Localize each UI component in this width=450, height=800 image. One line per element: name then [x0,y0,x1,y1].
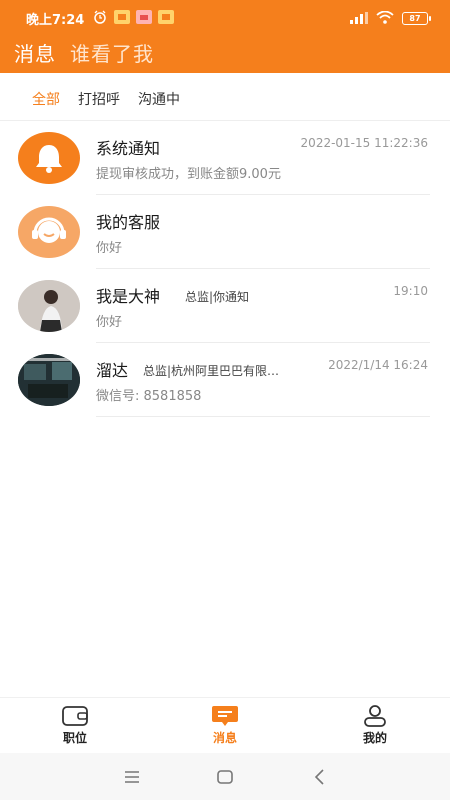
app-notification-icon [114,10,130,24]
message-icon [212,706,238,726]
tab-messages[interactable]: 消息 [14,38,56,67]
bottom-nav: 职位 消息 我的 [0,697,450,753]
message-preview: 微信号: 8581858 [96,389,202,404]
filter-all[interactable]: 全部 [32,89,60,109]
list-item[interactable]: 系统通知 2022-01-15 11:22:36 提现审核成功，到账金额9.00… [0,121,450,195]
message-name: 我的客服 [96,213,161,232]
menu-icon[interactable] [122,767,142,787]
system-nav-bar [0,753,450,800]
app-notification-icon [158,10,174,24]
wallet-icon [62,706,88,726]
nav-label: 消息 [212,731,237,745]
bell-icon [18,132,80,184]
nav-profile[interactable]: 我的 [335,698,415,754]
nav-jobs[interactable]: 职位 [35,698,115,754]
nav-label: 职位 [62,731,87,745]
profile-icon [364,705,386,727]
message-tag: 总监|杭州阿里巴巴有限… [143,364,280,378]
signal-icon [350,9,368,28]
message-preview: 你好 [96,241,123,256]
headset-icon [18,206,80,258]
back-icon[interactable] [310,767,330,787]
battery-icon: 87 [402,12,431,25]
message-time: 19:10 [393,284,428,298]
tab-who-viewed-me[interactable]: 谁看了我 [70,38,154,67]
top-bar: 晚上7:24 87 消息 谁看了我 [0,0,450,73]
list-item[interactable]: 溜达 总监|杭州阿里巴巴有限… 2022/1/14 16:24 微信号: 858… [0,343,450,417]
message-name: 我是大神 [96,287,161,306]
wifi-icon [376,9,394,28]
filter-greetings[interactable]: 打招呼 [78,89,120,109]
message-time: 2022-01-15 11:22:36 [300,136,428,150]
list-item[interactable]: 我是大神 总监|你通知 19:10 你好 [0,269,450,343]
alarm-icon [92,10,108,24]
message-name: 溜达 [96,361,129,380]
message-list: 系统通知 2022-01-15 11:22:36 提现审核成功，到账金额9.00… [0,121,450,417]
user-photo [18,280,80,332]
divider [96,416,430,417]
message-preview: 你好 [96,315,123,330]
filter-in-progress[interactable]: 沟通中 [138,89,180,109]
notification-icons [92,10,174,24]
nav-label: 我的 [362,731,387,745]
gift-notification-icon [136,10,152,24]
header-tabs: 消息 谁看了我 [14,38,154,67]
nav-messages[interactable]: 消息 [185,698,265,754]
message-name: 系统通知 [96,139,161,158]
home-icon[interactable] [215,767,235,787]
message-time: 2022/1/14 16:24 [328,358,428,372]
list-item[interactable]: 我的客服 你好 [0,195,450,269]
status-bar: 晚上7:24 87 [0,0,450,34]
message-tag: 总监|你通知 [185,290,250,304]
filter-tabs: 全部 打招呼 沟通中 [0,73,450,121]
message-preview: 提现审核成功，到账金额9.00元 [96,167,281,182]
status-right: 87 [350,9,431,28]
user-photo [18,354,80,406]
status-time: 晚上7:24 [26,13,85,28]
